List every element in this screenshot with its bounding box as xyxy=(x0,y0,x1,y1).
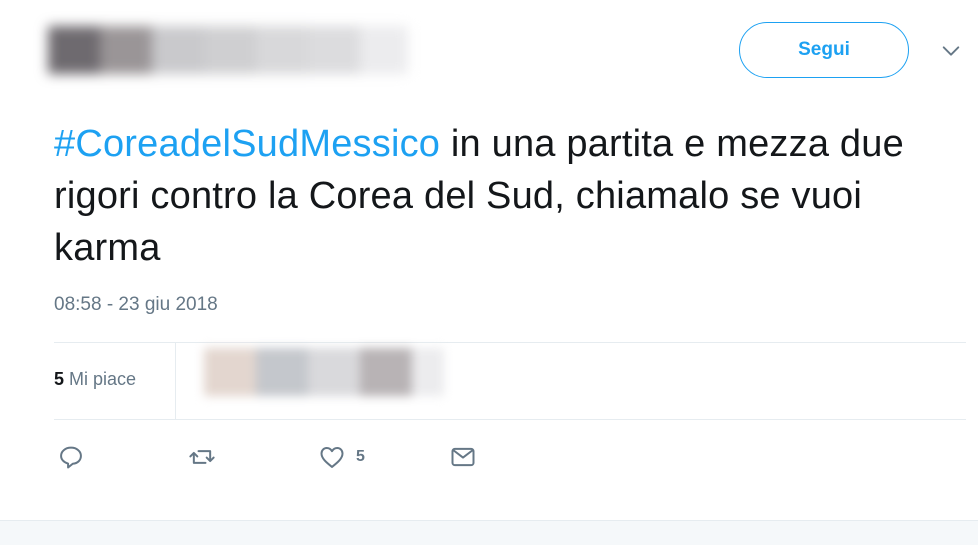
blurred-liker-avatars xyxy=(200,348,448,396)
blurred-user-name xyxy=(48,14,408,80)
chevron-down-icon[interactable] xyxy=(940,40,962,62)
tweet-text: #CoreadelSudMessico in una partita e mez… xyxy=(54,118,954,274)
reply-icon xyxy=(60,446,82,469)
like-count: 5 xyxy=(356,448,365,465)
likes-number: 5 xyxy=(54,369,65,389)
retweet-icon xyxy=(189,450,215,464)
tweet-timestamp[interactable]: 08:58 - 23 giu 2018 xyxy=(54,294,218,316)
likes-label: Mi piace xyxy=(64,369,137,389)
envelope-icon xyxy=(451,447,475,467)
hashtag-link[interactable]: #CoreadelSudMessico xyxy=(54,123,440,165)
likes-count[interactable]: 5 Mi piace xyxy=(54,369,136,390)
like-button[interactable]: 5 xyxy=(318,442,365,472)
follow-button[interactable]: Segui xyxy=(739,22,909,78)
heart-icon xyxy=(320,447,344,468)
divider-top xyxy=(54,342,966,343)
stats-separator xyxy=(175,343,176,419)
divider-bottom xyxy=(54,419,966,420)
retweet-button[interactable] xyxy=(188,442,216,472)
direct-message-button[interactable] xyxy=(449,442,477,472)
reply-button[interactable] xyxy=(57,442,85,472)
tweet-card: Segui #CoreadelSudMessico in una partita… xyxy=(0,0,978,520)
reply-area-strip xyxy=(0,520,978,545)
